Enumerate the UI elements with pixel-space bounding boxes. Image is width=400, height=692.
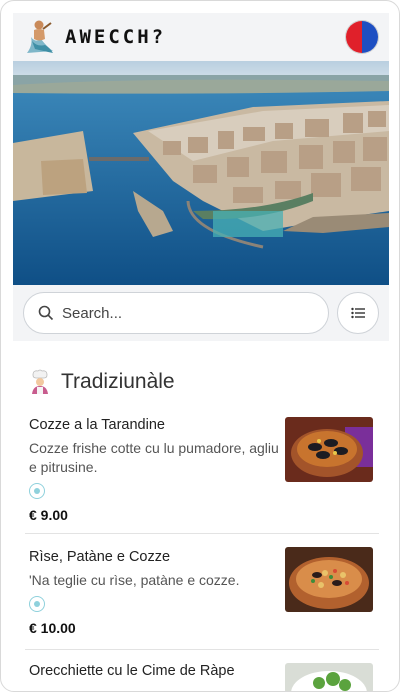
menu-item-photo [285,663,373,691]
section-title: Tradiziunàle [61,370,175,393]
app-frame: AWECCH? Search... Tradiziunàle Cozze a l… [0,0,400,692]
filter-button[interactable] [337,292,379,334]
flag-half-blue [362,21,378,53]
section-header: Tradiziunàle [29,369,175,395]
divider [25,649,379,650]
list-icon [351,307,365,319]
menu-item-photo [285,417,373,482]
header-bar: AWECCH? [13,13,389,61]
language-flag-icon[interactable] [345,20,379,54]
search-row [13,285,389,341]
menu-item-description: Cozze frishe cotte cu lu pumadore, agliu… [29,440,279,475]
search-input[interactable] [62,304,302,322]
menu-item-price: € 10.00 [29,620,76,636]
menu-item-photo [285,547,373,612]
chef-icon [32,369,48,394]
divider [25,533,379,534]
hero-taranto-aerial-image [13,61,389,285]
allergen-icon[interactable] [29,483,45,499]
menu-item-description: 'Na teglie cu rìse, patàne e cozze. [29,572,240,588]
brand-name: AWECCH? [65,26,167,48]
menu-item-price: € 9.00 [29,507,68,523]
menu-item[interactable]: Cozze a la Tarandine Cozze frishe cotte … [29,417,379,523]
menu-item[interactable]: Rìse, Patàne e Cozze 'Na teglie cu rìse,… [29,547,379,636]
search-icon [38,305,54,321]
hero-image [13,61,389,285]
flag-half-red [346,21,362,53]
merman-statue-icon[interactable] [23,17,57,57]
menu-item[interactable]: Orecchiette cu le Cime de Ràpe [29,663,379,691]
search-box[interactable] [23,292,329,334]
allergen-icon[interactable] [29,596,45,612]
